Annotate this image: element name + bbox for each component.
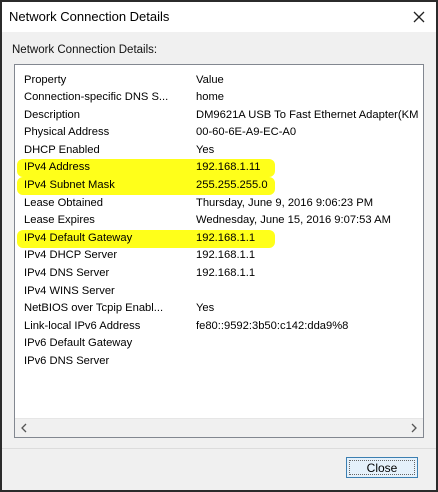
property-cell: Description <box>24 108 80 121</box>
table-row[interactable]: IPv4 Subnet Mask 255.255.255.0 <box>15 178 423 195</box>
network-connection-details-dialog: Network Connection Details Network Conne… <box>0 0 438 492</box>
footer-divider <box>2 448 436 449</box>
property-cell: Physical Address <box>24 126 110 139</box>
value-cell: 192.168.1.11 <box>196 161 261 174</box>
column-header-property[interactable]: Property <box>24 74 188 86</box>
table-row[interactable]: Link-local IPv6 Address fe80::9592:3b50:c… <box>15 319 423 336</box>
value-cell: 192.168.1.1 <box>196 231 256 244</box>
property-cell: IPv6 Default Gateway <box>24 337 133 350</box>
value-cell: 00-60-6E-A9-EC-A0 <box>196 126 297 139</box>
table-row[interactable]: Lease Obtained Thursday, June 9, 2016 9:0… <box>15 196 423 213</box>
value-cell: 192.168.1.1 <box>196 249 256 262</box>
table-row[interactable]: DHCP Enabled Yes <box>15 143 423 160</box>
property-cell: NetBIOS over Tcpip Enabl... <box>24 302 164 315</box>
property-cell: IPv4 Address <box>24 161 90 174</box>
property-cell: Link-local IPv6 Address <box>24 319 141 332</box>
property-cell: Connection-specific DNS S... <box>24 91 169 103</box>
property-cell: DHCP Enabled <box>24 143 100 156</box>
property-cell: IPv4 WINS Server <box>24 284 115 297</box>
property-cell: IPv4 Default Gateway <box>24 231 133 244</box>
property-cell: IPv4 DNS Server <box>24 267 110 279</box>
scrollbar-track[interactable] <box>33 419 405 437</box>
table-row[interactable]: Description DM9621A USB To Fast Ethernet … <box>15 108 423 125</box>
property-cell: IPv4 DHCP Server <box>24 249 118 262</box>
value-cell: Yes <box>196 302 215 315</box>
chevron-right-icon[interactable] <box>405 419 423 437</box>
table-row[interactable]: IPv6 DNS Server <box>15 354 423 371</box>
column-header-value[interactable]: Value <box>196 74 423 86</box>
table-row[interactable]: IPv4 Default Gateway 192.168.1.1 <box>15 231 423 248</box>
table-row[interactable]: IPv4 DNS Server 192.168.1.1 <box>15 266 423 283</box>
value-cell: Yes <box>196 143 215 156</box>
value-cell: Thursday, June 9, 2016 9:06:23 PM <box>196 196 374 209</box>
horizontal-scrollbar[interactable] <box>15 418 423 437</box>
value-cell: 255.255.255.0 <box>196 179 268 191</box>
close-button[interactable]: Close <box>346 457 418 478</box>
table-row[interactable]: Physical Address 00-60-6E-A9-EC-A0 <box>15 125 423 142</box>
property-cell: IPv4 Subnet Mask <box>24 179 115 191</box>
title-bar[interactable]: Network Connection Details <box>2 2 436 32</box>
value-cell: Wednesday, June 15, 2016 9:07:53 AM <box>196 214 391 227</box>
property-cell: Lease Obtained <box>24 196 103 209</box>
column-header-row: Property Value <box>15 73 423 90</box>
window-title: Network Connection Details <box>9 9 170 24</box>
table-row[interactable]: NetBIOS over Tcpip Enabl... Yes <box>15 301 423 318</box>
details-list[interactable]: Property Value Connection-specific DNS S… <box>14 64 424 438</box>
value-cell: fe80::9592:3b50:c142:dda9%8 <box>196 319 349 332</box>
property-cell: IPv6 DNS Server <box>24 355 110 367</box>
close-icon[interactable] <box>402 2 436 32</box>
value-cell: DM9621A USB To Fast Ethernet Adapter(KM <box>196 108 419 121</box>
section-label: Network Connection Details: <box>12 44 158 56</box>
table-row[interactable]: Lease Expires Wednesday, June 15, 2016 9:… <box>15 213 423 230</box>
table-row[interactable]: Connection-specific DNS S... home <box>15 90 423 107</box>
property-cell: Lease Expires <box>24 214 95 227</box>
table-row[interactable]: IPv4 Address 192.168.1.11 <box>15 160 423 177</box>
value-cell: home <box>196 91 224 103</box>
chevron-left-icon[interactable] <box>15 419 33 437</box>
focus-rect <box>349 460 415 475</box>
table-row[interactable]: IPv4 WINS Server <box>15 284 423 301</box>
value-cell: 192.168.1.1 <box>196 267 256 279</box>
table-row[interactable]: IPv6 Default Gateway <box>15 336 423 353</box>
table-row[interactable]: IPv4 DHCP Server 192.168.1.1 <box>15 248 423 265</box>
